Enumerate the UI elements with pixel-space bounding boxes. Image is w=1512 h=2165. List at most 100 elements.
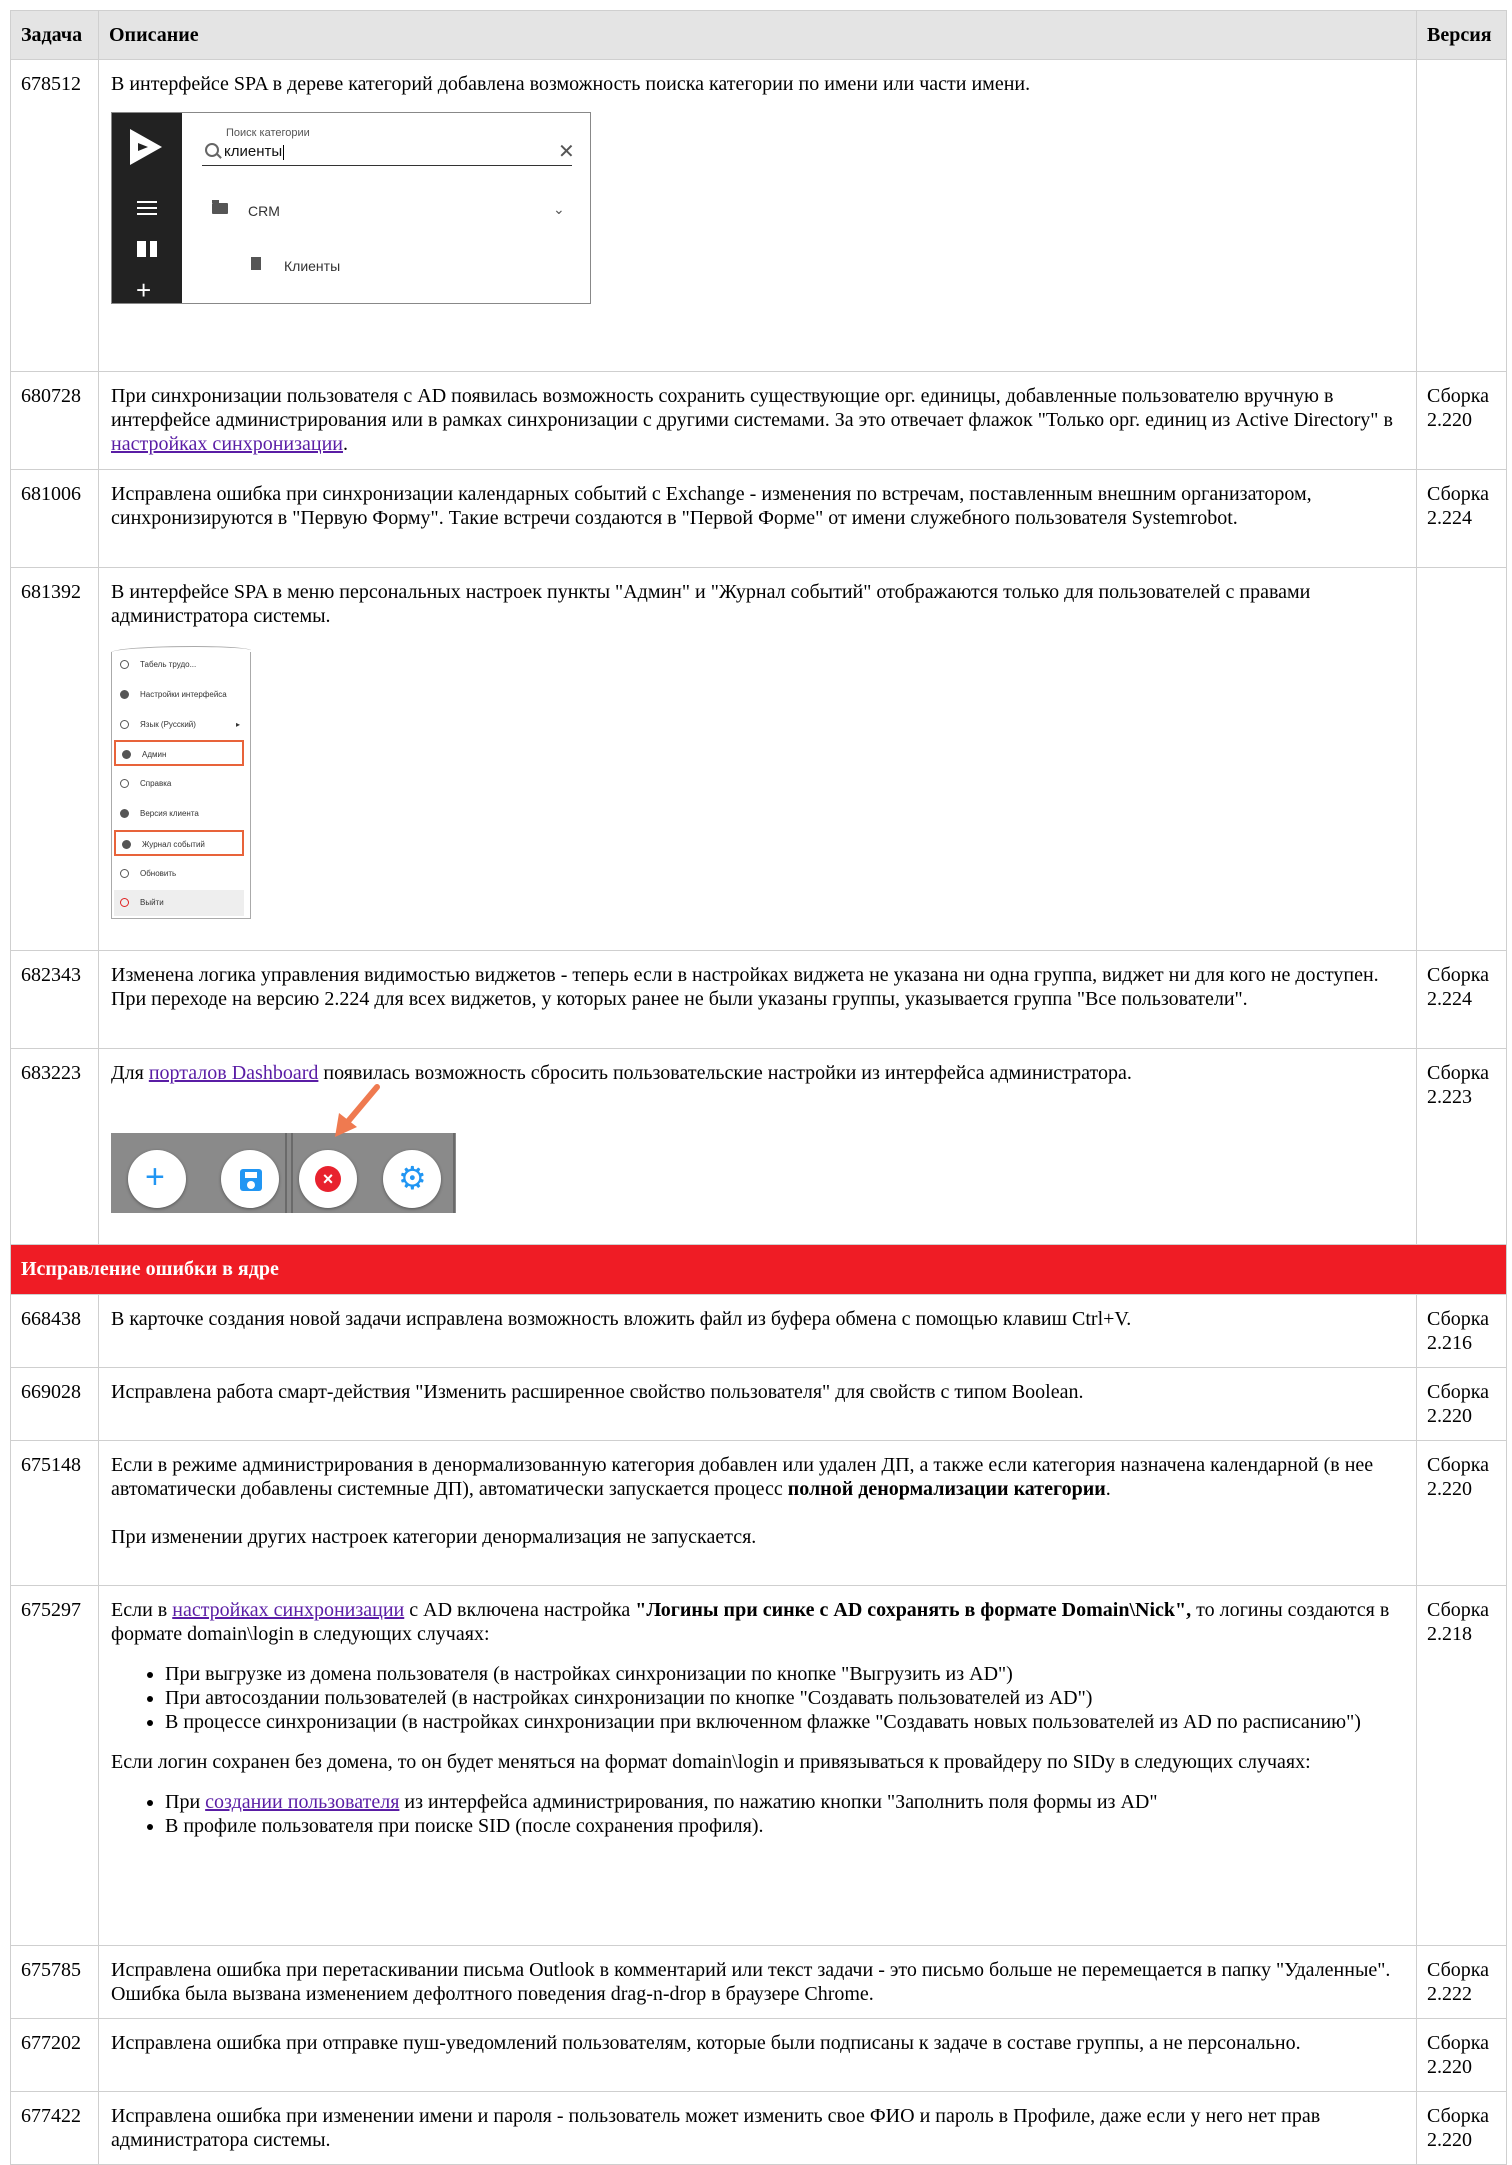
version-number: 2.222	[1427, 1983, 1472, 2005]
table-row: 677422 Исправлена ошибка при изменении и…	[10, 2091, 1507, 2165]
menu-item-label: Справка	[140, 779, 172, 788]
task-id: 668438	[10, 1294, 99, 1368]
refresh-icon	[120, 869, 129, 878]
task-description: В интерфейсе SPA в меню персональных нас…	[98, 567, 1417, 951]
app-sidebar: +	[112, 113, 182, 303]
task-description: Для порталов Dashboard появилась возможн…	[98, 1048, 1417, 1245]
description-text: При	[165, 1791, 206, 1813]
power-icon	[120, 898, 129, 907]
task-id: 681006	[10, 469, 99, 568]
section-header-row: Исправление ошибки в ядре	[10, 1244, 1507, 1295]
dashboard-toolbar-screenshot: + × ⚙	[111, 1084, 456, 1213]
version-number: 2.216	[1427, 1332, 1472, 1354]
section-title: Исправление ошибки в ядре	[10, 1244, 1507, 1295]
menu-item-label: Обновить	[140, 869, 177, 878]
version-label: Сборка	[1427, 385, 1490, 407]
folder-icon	[212, 200, 228, 214]
version-number: 2.220	[1427, 2129, 1472, 2151]
header-task: Задача	[10, 10, 99, 60]
bullet-list: При создании пользователя из интерфейса …	[111, 1790, 1404, 1838]
menu-item-label: Язык (Русский)	[140, 720, 196, 729]
dashboard-portals-link[interactable]: порталов Dashboard	[149, 1062, 319, 1084]
task-id: 681392	[10, 567, 99, 951]
description-text: .	[1105, 1478, 1111, 1500]
document-icon	[251, 257, 261, 270]
description-paragraph: При изменении других настроек категории …	[111, 1526, 757, 1548]
task-id: 675297	[10, 1585, 99, 1946]
task-id: 669028	[10, 1367, 99, 1441]
gear-icon	[120, 690, 129, 699]
task-id: 675148	[10, 1440, 99, 1586]
version-number: 2.220	[1427, 2056, 1472, 2078]
task-description: Исправлена ошибка при отправке пуш-уведо…	[98, 2018, 1417, 2092]
description-text: Для	[111, 1062, 149, 1084]
header-description: Описание	[98, 10, 1417, 60]
description-text: Если в режиме администрирования в денорм…	[111, 1454, 1374, 1500]
table-row: 681392 В интерфейсе SPA в меню персональ…	[10, 567, 1507, 951]
task-description: В карточке создания новой задачи исправл…	[98, 1294, 1417, 1368]
bug-icon	[122, 840, 131, 849]
plus-icon: +	[145, 1158, 165, 1196]
task-description: Если в настройках синхронизации с AD вкл…	[98, 1585, 1417, 1946]
chevron-down-icon: ⌄	[553, 201, 565, 217]
table-row: 682343 Изменена логика управления видимо…	[10, 950, 1507, 1049]
version-label: Сборка	[1427, 2105, 1490, 2127]
description-text: с AD включена настройка	[404, 1599, 636, 1621]
version-label: Сборка	[1427, 964, 1490, 986]
description-text: При синхронизации пользователя с AD появ…	[111, 385, 1393, 431]
gear-icon: ⚙	[398, 1159, 427, 1197]
chevron-right-icon: ▸	[235, 720, 240, 729]
version-cell: Сборка 2.216	[1416, 1294, 1507, 1368]
description-bold: "Логины при синке с AD сохранять в форма…	[635, 1599, 1192, 1621]
version-number: 2.223	[1427, 1086, 1472, 1108]
clock-icon	[120, 660, 129, 669]
description-text: из интерфейса администрирования, по нажа…	[399, 1791, 1158, 1813]
create-user-link[interactable]: создании пользователя	[205, 1791, 399, 1813]
table-row: 675785 Исправлена ошибка при перетаскива…	[10, 1945, 1507, 2019]
task-description: Изменена логика управления видимостью ви…	[98, 950, 1417, 1049]
task-description: При синхронизации пользователя с AD появ…	[98, 371, 1417, 470]
version-cell: Сборка 2.222	[1416, 1945, 1507, 2019]
description-paragraph: Если логин сохранен без домена, то он бу…	[111, 1751, 1311, 1773]
description-text: В интерфейсе SPA в дереве категорий доба…	[111, 73, 1031, 95]
description-text: Для порталов Dashboard появилась возможн…	[111, 1061, 1404, 1085]
close-circle-icon: ×	[315, 1166, 341, 1192]
version-label: Сборка	[1427, 483, 1490, 505]
list-item: В процессе синхронизации (в настройках с…	[165, 1710, 1404, 1734]
table-row: 678512 В интерфейсе SPA в дереве категор…	[10, 59, 1507, 372]
menu-item-label: Выйти	[140, 898, 164, 907]
version-number: 2.224	[1427, 988, 1472, 1010]
version-cell: Сборка 2.218	[1416, 1585, 1507, 1946]
version-label: Сборка	[1427, 1959, 1490, 1981]
category-tree-screenshot: + Поиск категории клиенты ✕ CRM ⌄ Клиент…	[111, 112, 591, 304]
gear-icon	[122, 750, 131, 759]
version-number: 2.220	[1427, 1478, 1472, 1500]
help-icon	[120, 779, 129, 788]
sync-settings-link[interactable]: настройках синхронизации	[111, 433, 343, 455]
version-label: Сборка	[1427, 1308, 1490, 1330]
info-icon	[120, 809, 129, 818]
task-description: В интерфейсе SPA в дереве категорий доба…	[98, 59, 1417, 372]
plus-icon: +	[136, 275, 152, 304]
list-item: При выгрузке из домена пользователя (в н…	[165, 1662, 1404, 1686]
version-number: 2.224	[1427, 507, 1472, 529]
task-description: Исправлена ошибка при изменении имени и …	[98, 2091, 1417, 2165]
menu-item: Обновить	[114, 861, 244, 887]
list-item: При автосоздании пользователей (в настро…	[165, 1686, 1404, 1710]
menu-icon	[137, 201, 157, 215]
sync-settings-link[interactable]: настройках синхронизации	[172, 1599, 404, 1621]
version-label: Сборка	[1427, 1454, 1490, 1476]
version-cell: Сборка 2.224	[1416, 469, 1507, 568]
description-paragraph: Если в режиме администрирования в денорм…	[111, 1453, 1404, 1501]
version-cell: Сборка 2.223	[1416, 1048, 1507, 1245]
description-paragraph: Если в настройках синхронизации с AD вкл…	[111, 1598, 1404, 1646]
table-row: 681006 Исправлена ошибка при синхронизац…	[10, 469, 1507, 568]
save-button-image	[221, 1150, 279, 1208]
list-item: При создании пользователя из интерфейса …	[165, 1790, 1404, 1814]
menu-item: Язык (Русский) ▸	[114, 712, 244, 738]
version-cell: Сборка 2.220	[1416, 2091, 1507, 2165]
search-icon	[205, 143, 219, 157]
version-cell	[1416, 567, 1507, 951]
table-row: 669028 Исправлена работа смарт-действия …	[10, 1367, 1507, 1441]
description-bold: полной денормализации категории	[787, 1478, 1106, 1500]
